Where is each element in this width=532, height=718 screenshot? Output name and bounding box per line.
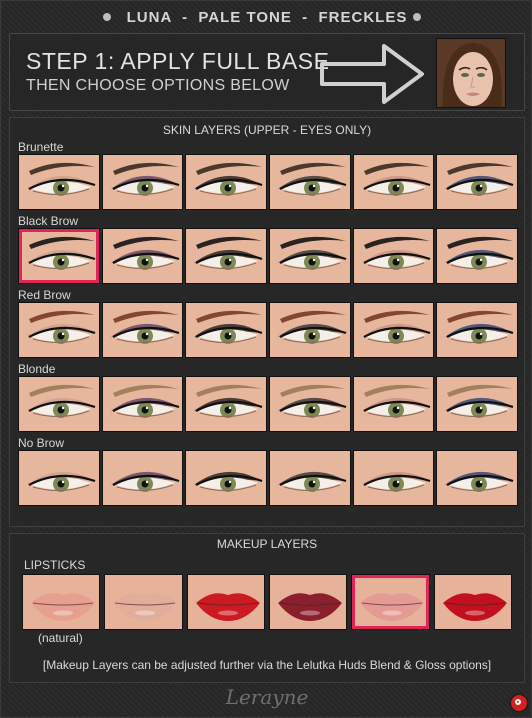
skin-row-red-brow [18,302,519,358]
step-title: STEP 1: APPLY FULL BASE [26,48,330,74]
eye-swatch[interactable] [185,376,268,432]
makeup-note: [Makeup Layers can be adjusted further v… [42,658,492,672]
eye-swatch[interactable] [18,154,100,210]
eye-swatch[interactable] [352,376,435,432]
eye-swatch[interactable] [436,450,519,506]
eye-swatch[interactable] [101,302,184,358]
eye-swatch[interactable] [269,154,351,210]
skin-row-no-brow [18,450,519,506]
lipstick-swatch[interactable] [268,574,348,630]
eye-swatch[interactable] [185,450,268,506]
step-banner: STEP 1: APPLY FULL BASE THEN CHOOSE OPTI… [9,33,525,111]
hud-panel: LUNA - PALE TONE - FRECKLES STEP 1: APPL… [0,0,532,718]
base-face-thumbnail[interactable] [436,38,506,108]
lipsticks-label: LIPSTICKS [24,558,86,572]
brand-signature: Lerayne [225,685,309,709]
makeup-layers-title: MAKEUP LAYERS [216,537,318,551]
eye-swatch[interactable] [18,450,100,506]
eye-swatch[interactable] [269,376,351,432]
eye-swatch[interactable] [436,228,519,284]
header-bar: LUNA - PALE TONE - FRECKLES [1,5,532,31]
lipstick-swatch[interactable] [22,574,101,630]
eye-swatch[interactable] [436,376,519,432]
skin-row-blonde [18,376,519,432]
face-image [437,39,505,107]
skin-row-label: Black Brow [18,214,79,228]
skin-row-black-brow [18,228,519,284]
eye-swatch[interactable] [101,376,184,432]
eye-swatch[interactable] [269,302,351,358]
eye-swatch[interactable] [185,228,268,284]
eye-swatch[interactable] [352,154,435,210]
eye-swatch[interactable] [18,302,100,358]
header-dot-left [103,13,111,21]
header-dot-right [413,13,421,21]
eye-swatch[interactable] [352,228,435,284]
eye-swatch[interactable] [352,302,435,358]
lipstick-row [22,574,512,630]
eye-swatch[interactable] [101,450,184,506]
eye-swatch[interactable] [18,376,100,432]
power-button[interactable] [511,695,527,711]
lipstick-swatch[interactable] [104,574,183,630]
eye-swatch[interactable] [185,302,268,358]
skin-row-label: No Brow [18,436,65,450]
natural-label: (natural) [38,631,83,645]
skin-layers-panel: SKIN LAYERS (UPPER - EYES ONLY) Brunette [9,117,525,527]
step-subtitle: THEN CHOOSE OPTIONS BELOW [26,77,290,94]
lipstick-swatch[interactable] [351,574,430,630]
lipstick-swatch[interactable] [186,574,265,630]
skin-layers-title: SKIN LAYERS (UPPER - EYES ONLY) [162,123,372,137]
hud-title: LUNA - PALE TONE - FRECKLES [126,9,408,26]
skin-row-label: Blonde [18,362,56,376]
eye-swatch[interactable] [101,154,184,210]
arrow-right-icon [320,44,424,104]
eye-swatch[interactable] [436,154,519,210]
eye-swatch[interactable] [269,228,351,284]
skin-row-label: Brunette [18,140,64,154]
eye-swatch[interactable] [101,228,184,284]
eye-swatch[interactable] [18,228,100,284]
skin-row-label: Red Brow [18,288,71,302]
eye-swatch[interactable] [436,302,519,358]
eye-swatch[interactable] [185,154,268,210]
makeup-layers-panel: MAKEUP LAYERS LIPSTICKS (natural) [Makeu… [9,533,525,683]
eye-swatch[interactable] [352,450,435,506]
lipstick-swatch[interactable] [433,574,512,630]
skin-row-brunette [18,154,519,210]
eye-swatch[interactable] [269,450,351,506]
